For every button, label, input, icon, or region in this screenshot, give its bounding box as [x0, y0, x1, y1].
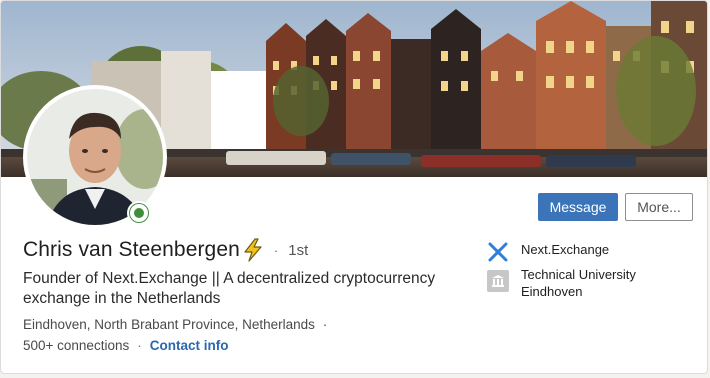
profile-card: Message More... Chris van Steenbergen · …	[0, 0, 708, 374]
profile-headline: Founder of Next.Exchange || A decentrali…	[23, 270, 436, 307]
connection-degree: 1st	[288, 241, 309, 259]
company-name: Next.Exchange	[521, 242, 610, 257]
profile-location: Eindhoven, North Brabant Province, Nethe…	[23, 317, 327, 332]
more-button[interactable]: More...	[625, 193, 693, 221]
school-name: Technical University Eindhoven	[521, 266, 636, 300]
location-text: Eindhoven, North Brabant Province, Nethe…	[23, 317, 315, 332]
location-separator: ·	[322, 317, 328, 332]
degree-separator: ·	[273, 242, 279, 258]
lightning-bolt-icon	[242, 238, 264, 262]
education-school[interactable]: Technical University Eindhoven	[487, 266, 636, 300]
profile-name: Chris van Steenbergen	[23, 238, 240, 261]
connections-row: 500+ connections · Contact info	[23, 338, 228, 353]
school-name-line1: Technical University	[521, 267, 636, 282]
message-button[interactable]: Message	[538, 193, 618, 221]
current-company[interactable]: Next.Exchange	[487, 241, 609, 263]
school-name-line2: Eindhoven	[521, 284, 583, 299]
connections-separator: ·	[137, 338, 142, 353]
name-row: Chris van Steenbergen · 1st	[23, 237, 308, 263]
school-icon	[487, 270, 509, 292]
next-exchange-logo-icon	[487, 241, 509, 263]
online-status-indicator	[127, 201, 151, 225]
contact-info-link[interactable]: Contact info	[150, 338, 229, 353]
connections-count[interactable]: 500+ connections	[23, 338, 129, 353]
